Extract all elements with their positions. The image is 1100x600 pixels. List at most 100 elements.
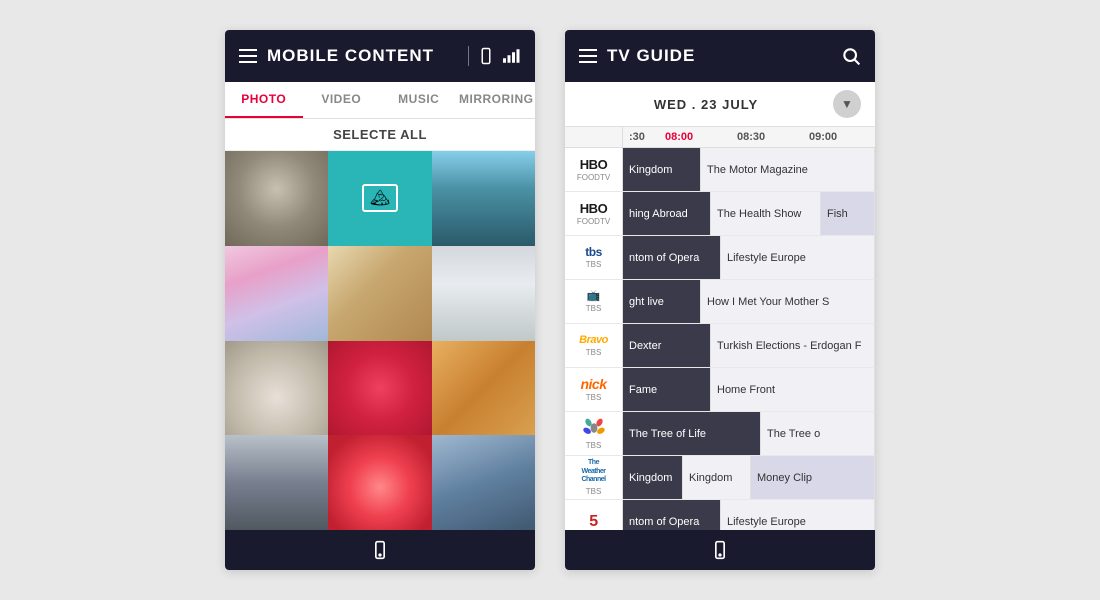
program-home-front[interactable]: Home Front <box>711 368 875 411</box>
tv-programs-nick: Fame Home Front <box>623 368 875 411</box>
tv-channel-weather: TheWeatherChannel TBS <box>565 456 623 499</box>
tv-date: WED . 23 JULY <box>579 97 833 112</box>
search-icon[interactable] <box>841 46 861 66</box>
photo-cell-1[interactable] <box>225 151 328 246</box>
program-fish[interactable]: Fish <box>821 192 875 235</box>
program-motor-magazine[interactable]: The Motor Magazine <box>701 148 875 191</box>
photo-cell-4[interactable] <box>225 246 328 341</box>
program-turkish-elections[interactable]: Turkish Elections - Erdogan F <box>711 324 875 367</box>
hbo-logo-1: HBO <box>580 158 607 171</box>
photo-cell-6[interactable] <box>432 246 535 341</box>
program-filming-abroad[interactable]: hing Abroad <box>623 192 711 235</box>
selected-photo-icon <box>362 184 398 212</box>
photo-cell-9[interactable] <box>432 341 535 436</box>
tv-guide-panel: TV GUIDE WED . 23 JULY ▼ :30 08:00 08:30… <box>565 30 875 570</box>
tvone-sub: TBS <box>586 304 602 313</box>
program-money-clip[interactable]: Money Clip <box>751 456 875 499</box>
program-lifestyle-europe-1[interactable]: Lifestyle Europe <box>721 236 875 279</box>
select-all-bar[interactable]: SELECTE ALL <box>225 119 535 151</box>
tv-schedule: HBO FOODTV Kingdom The Motor Magazine HB… <box>565 148 875 530</box>
tv-row-hbo1: HBO FOODTV Kingdom The Motor Magazine <box>565 148 875 192</box>
tv-channel-nick: nick TBS <box>565 368 623 411</box>
photo-cell-2[interactable] <box>328 151 431 246</box>
signal-icon <box>503 49 521 63</box>
program-kingdom-1[interactable]: Kingdom <box>623 148 701 191</box>
mobile-content-panel: MOBILE CONTENT PHOTO VIDEO MUSIC MIRRORI… <box>225 30 535 570</box>
photo-cell-8[interactable] <box>328 341 431 436</box>
hamburger-icon[interactable] <box>239 49 257 63</box>
tv-time-slots: :30 08:00 08:30 09:00 <box>623 127 875 147</box>
tvone-logo: 📺 <box>587 291 600 302</box>
mobile-footer <box>225 530 535 570</box>
photo-cell-12[interactable] <box>432 435 535 530</box>
tab-photo[interactable]: PHOTO <box>225 82 303 118</box>
tv-channel-tbs1: tbs TBS <box>565 236 623 279</box>
program-fame[interactable]: Fame <box>623 368 711 411</box>
photo-cell-7[interactable] <box>225 341 328 436</box>
photo-cell-11[interactable] <box>328 435 431 530</box>
tv-footer-phone-icon <box>710 540 730 560</box>
tv-channel-tvone: 📺 TBS <box>565 280 623 323</box>
tv-guide-title: TV GUIDE <box>607 46 831 66</box>
photo-cell-10[interactable] <box>225 435 328 530</box>
tv-programs-ch5: ntom of Opera Lifestyle Europe <box>623 500 875 530</box>
program-phantom-opera-1[interactable]: ntom of Opera <box>623 236 721 279</box>
nick-logo: nick <box>580 377 606 391</box>
tbs-logo-1: tbs <box>585 246 602 258</box>
program-dexter[interactable]: Dexter <box>623 324 711 367</box>
tv-programs-tvone: ght live How I Met Your Mother S <box>623 280 875 323</box>
tv-channel-bravo: Bravo TBS <box>565 324 623 367</box>
header-divider <box>468 46 469 66</box>
tv-time-30: :30 <box>623 127 659 147</box>
hbo-logo-2: HBO <box>580 202 607 215</box>
nbc-peacock-icon <box>580 417 608 439</box>
tv-header: TV GUIDE <box>565 30 875 82</box>
program-how-met-mother[interactable]: How I Met Your Mother S <box>701 280 875 323</box>
tv-programs-hbo1: Kingdom The Motor Magazine <box>623 148 875 191</box>
tv-time-0830: 08:30 <box>731 127 803 147</box>
program-tree-of-life[interactable]: The Tree of Life <box>623 412 761 455</box>
hbo-sub-2: FOODTV <box>577 217 610 226</box>
tab-video[interactable]: VIDEO <box>303 82 381 118</box>
bravo-sub: TBS <box>586 348 602 357</box>
hbo-sub-1: FOODTV <box>577 173 610 182</box>
tv-time-bar: :30 08:00 08:30 09:00 <box>565 127 875 148</box>
photo-cell-3[interactable] <box>432 151 535 246</box>
weather-sub: TBS <box>586 487 602 496</box>
tv-date-next-button[interactable]: ▼ <box>833 90 861 118</box>
tv-channel-hbo1: HBO FOODTV <box>565 148 623 191</box>
tv-hamburger-icon[interactable] <box>579 49 597 63</box>
tv-time-0900: 09:00 <box>803 127 875 147</box>
mobile-header: MOBILE CONTENT <box>225 30 535 82</box>
nbc-sub: TBS <box>586 441 602 450</box>
tv-row-nick: nick TBS Fame Home Front <box>565 368 875 412</box>
phone-icon <box>477 47 495 65</box>
photo-cell-5[interactable] <box>328 246 431 341</box>
tv-channel-header <box>565 127 623 147</box>
tv-programs-tbs1: ntom of Opera Lifestyle Europe <box>623 236 875 279</box>
weather-logo: TheWeatherChannel <box>581 459 605 484</box>
mobile-footer-phone-icon <box>370 540 390 560</box>
program-lifestyle-europe-2[interactable]: Lifestyle Europe <box>721 500 875 530</box>
tv-programs-hbo2: hing Abroad The Health Show Fish <box>623 192 875 235</box>
program-kingdom-weather-1[interactable]: Kingdom <box>623 456 683 499</box>
tbs-sub-1: TBS <box>586 260 602 269</box>
program-kingdom-weather-2[interactable]: Kingdom <box>683 456 751 499</box>
ch5-logo: 5 <box>589 514 597 530</box>
program-health-show[interactable]: The Health Show <box>711 192 821 235</box>
tv-time-0800: 08:00 <box>659 127 731 147</box>
program-night-live[interactable]: ght live <box>623 280 701 323</box>
program-tree-of-life-2[interactable]: The Tree o <box>761 412 875 455</box>
tv-programs-bravo: Dexter Turkish Elections - Erdogan F <box>623 324 875 367</box>
tv-row-bravo: Bravo TBS Dexter Turkish Elections - Erd… <box>565 324 875 368</box>
tv-row-tvone: 📺 TBS ght live How I Met Your Mother S <box>565 280 875 324</box>
mobile-tabs: PHOTO VIDEO MUSIC MIRRORING <box>225 82 535 119</box>
tv-row-ch5: 5 ntom of Opera Lifestyle Europe <box>565 500 875 530</box>
tv-channel-ch5: 5 <box>565 500 623 530</box>
tab-mirroring[interactable]: MIRRORING <box>458 82 536 118</box>
tab-music[interactable]: MUSIC <box>380 82 458 118</box>
nick-sub: TBS <box>586 393 602 402</box>
program-phantom-opera-2[interactable]: ntom of Opera <box>623 500 721 530</box>
tv-row-weather: TheWeatherChannel TBS Kingdom Kingdom Mo… <box>565 456 875 500</box>
mobile-header-icons <box>468 46 521 66</box>
